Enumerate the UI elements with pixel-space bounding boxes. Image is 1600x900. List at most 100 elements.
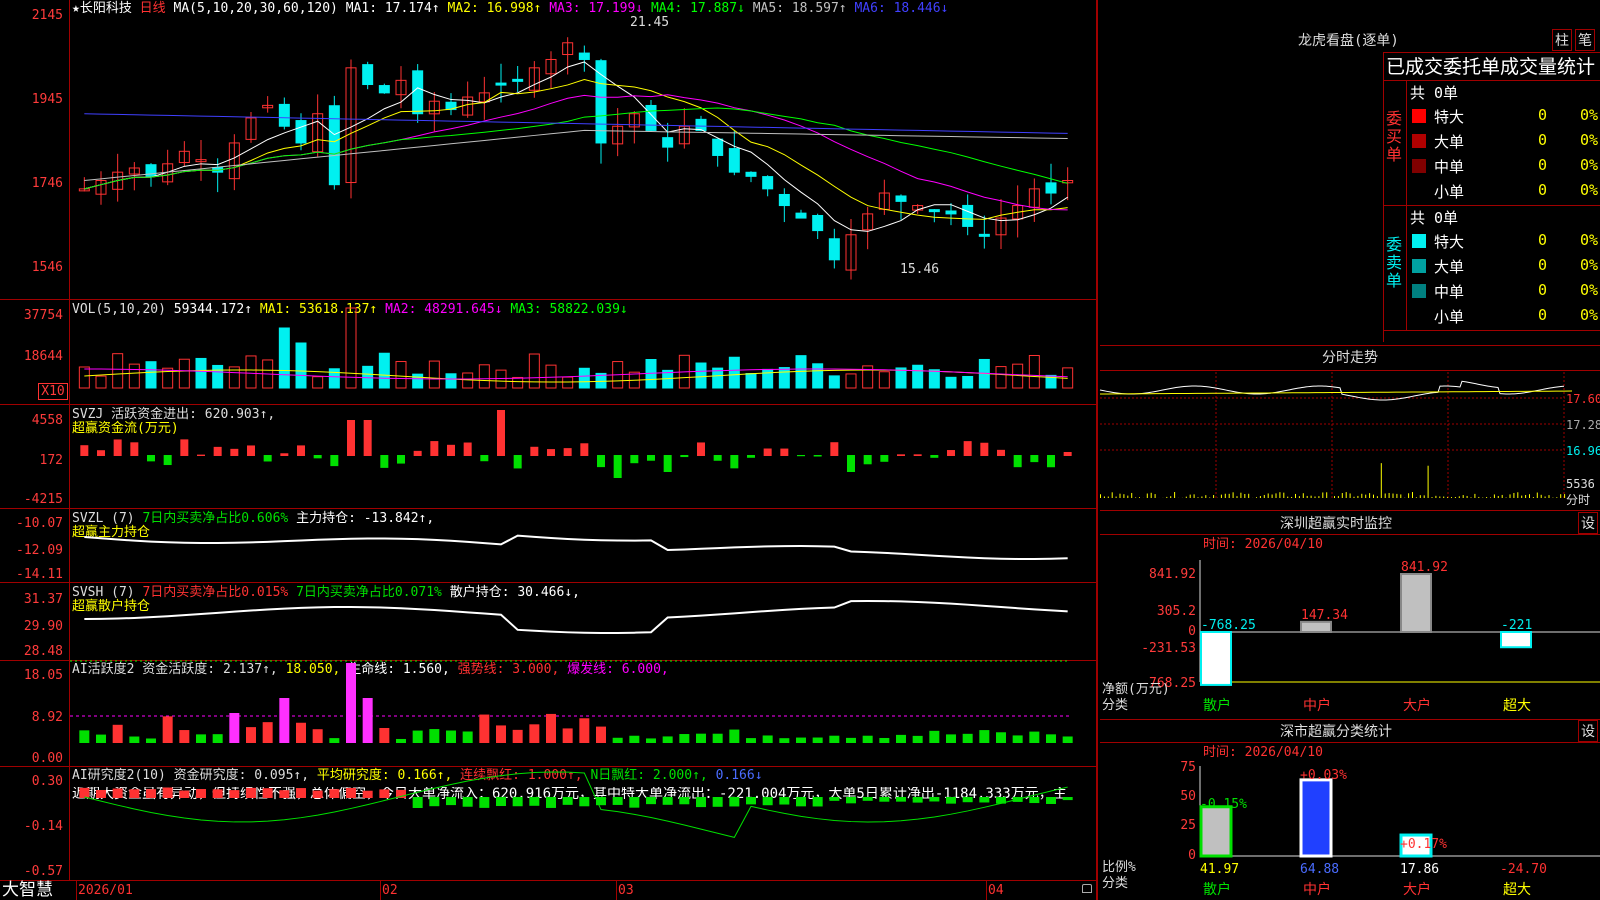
y-tick: 172: [39, 453, 63, 468]
intraday-volume: [1100, 494, 1101, 498]
y-tick: 18644: [23, 349, 63, 364]
activity-chart[interactable]: [70, 660, 1098, 766]
research-bar: [796, 797, 806, 807]
research-chart[interactable]: [70, 767, 1098, 880]
volume-bar: [778, 367, 790, 389]
candle-body: [378, 85, 390, 94]
research-bar: [1062, 797, 1073, 801]
ma2-value: MA2: 16.998↑: [447, 1, 542, 16]
intraday-volume: [1244, 494, 1246, 498]
activity-bar: [946, 734, 956, 743]
tick-mode-button[interactable]: 笔: [1575, 29, 1595, 51]
y-tick: 305.2: [1156, 604, 1196, 619]
intraday-volume: [1302, 493, 1304, 498]
y-tick: 1746: [31, 176, 63, 191]
intraday-volume: [1259, 496, 1261, 498]
intraday-volume: [1560, 494, 1562, 498]
research-bar: [179, 790, 190, 798]
activity-bar: [412, 730, 423, 743]
volume-chart[interactable]: [70, 307, 1098, 404]
intraday-volume: [1256, 497, 1257, 498]
star-icon[interactable]: ★: [72, 1, 80, 16]
period-label[interactable]: 日线: [140, 1, 166, 16]
brand-logo: 大智慧: [2, 880, 53, 900]
fund-flow-chart[interactable]: [70, 405, 1098, 508]
activity-bar: [679, 734, 690, 743]
retail-holding-chart[interactable]: [70, 583, 1098, 660]
flow-bar: [680, 455, 689, 458]
ma5-line: [84, 129, 1068, 182]
intraday-volume: [1361, 493, 1363, 498]
intraday-volume: [1248, 493, 1250, 498]
classify-settings-button[interactable]: 设: [1578, 720, 1598, 742]
flow-bar: [847, 455, 855, 472]
category-volume: 0: [1538, 106, 1548, 124]
volume-bar: [728, 356, 740, 389]
sell-side-label: 委卖单: [1386, 235, 1403, 290]
candlestick-chart[interactable]: [70, 16, 1098, 299]
fenshi-title: 分时走势: [1322, 350, 1378, 366]
activity-bar: [962, 733, 973, 743]
intraday-volume: [1283, 492, 1285, 498]
category-label: 中户: [1303, 698, 1331, 714]
research-bar: [1046, 797, 1056, 804]
activity-bar: [596, 726, 606, 743]
net-amount-chart[interactable]: -768.25 147.34 841.92 -221: [1199, 560, 1600, 700]
research-bar: [1029, 797, 1040, 804]
monitor-time: 时间: 2026/04/10: [1203, 537, 1323, 552]
activity-bar: [112, 724, 123, 743]
flow-bar: [613, 455, 622, 478]
category-name: 小单: [1434, 308, 1465, 326]
intraday-chart[interactable]: [1099, 372, 1573, 508]
intraday-volume: [1185, 496, 1187, 498]
volume-bar: [428, 360, 440, 389]
activity-bar: [529, 724, 540, 743]
volume-bar: [312, 376, 324, 389]
monitor-settings-button[interactable]: 设: [1578, 512, 1598, 534]
volume-bar: [912, 364, 924, 389]
intraday-volume: [1334, 496, 1335, 498]
main-header: ★长阳科技 日线 MA(5,10,20,30,60,120) MA1: 17.1…: [72, 1, 948, 16]
activity-bar: [429, 729, 440, 743]
intraday-volume: [1189, 494, 1191, 498]
research-bar: [662, 797, 673, 805]
research-bar: [746, 797, 756, 805]
holding-line: [84, 534, 1068, 560]
flow-bar: [380, 455, 389, 468]
research-bar: [829, 797, 840, 801]
intraday-volume: [1209, 497, 1211, 498]
activity-bar: [579, 718, 590, 743]
ratio-chart[interactable]: -0.15% +0.03% +0.17% 41.97 64.88 17.86 -24.70: [1199, 766, 1600, 900]
research-bar: [112, 788, 123, 798]
research-bar: [312, 790, 323, 798]
activity-bar: [612, 737, 623, 743]
activity-bar: [446, 730, 456, 743]
volume-bar: [295, 342, 307, 389]
bar-mode-button[interactable]: 柱: [1552, 29, 1572, 51]
research-bar: [196, 789, 206, 798]
intraday-volume: [1478, 496, 1480, 498]
intraday-volume: [1318, 496, 1320, 498]
volume-bar: [945, 376, 957, 389]
x-tick-mark: [986, 880, 987, 900]
research-bar: [146, 789, 156, 798]
activity-bar: [646, 738, 656, 743]
activity-bar: [862, 735, 873, 743]
flow-bar: [597, 455, 605, 468]
flow-bar: [213, 446, 222, 456]
flow-bar: [547, 449, 555, 456]
flow-bar: [697, 442, 705, 456]
main-holding-chart[interactable]: [70, 509, 1098, 582]
activity-bar: [312, 729, 323, 743]
intraday-volume: [1232, 492, 1234, 498]
ma3-value: MA3: 17.199↓: [549, 1, 644, 16]
intraday-volume: [1509, 494, 1511, 498]
ratio-change: +0.17%: [1400, 837, 1447, 852]
ma3-line: [84, 94, 1068, 211]
category-label: 大户: [1403, 882, 1431, 898]
intraday-volume: [1493, 494, 1495, 498]
intraday-volume: [1240, 492, 1242, 498]
research-bar: [896, 797, 906, 802]
intraday-volume: [1497, 496, 1499, 498]
x-tick-mark: [380, 880, 381, 900]
